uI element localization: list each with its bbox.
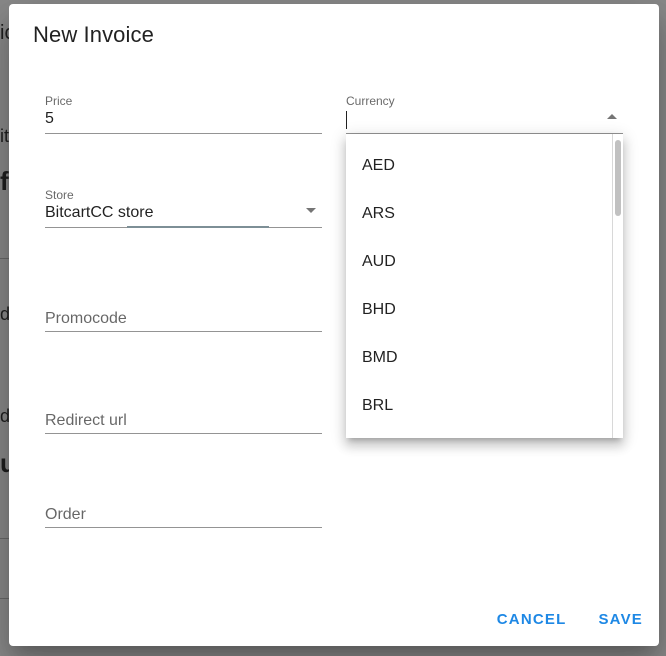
currency-option-aud[interactable]: AUD: [346, 238, 612, 286]
save-button[interactable]: SAVE: [598, 611, 643, 628]
store-focus-bar: [127, 226, 269, 228]
currency-option-bmd[interactable]: BMD: [346, 334, 612, 382]
chevron-up-icon[interactable]: [607, 114, 617, 119]
currency-option-aed[interactable]: AED: [346, 142, 612, 190]
currency-option-list: AED ARS AUD BHD BMD BRL: [346, 142, 612, 430]
currency-option-ars[interactable]: ARS: [346, 190, 612, 238]
redirect-url-input[interactable]: Redirect url: [45, 412, 127, 430]
price-underline: [45, 133, 322, 134]
redirect-url-field[interactable]: Redirect url: [45, 394, 322, 434]
new-invoice-dialog: New Invoice Price 5 Currency Store Bitca…: [9, 4, 659, 646]
promocode-underline: [45, 331, 322, 332]
currency-dropdown-menu[interactable]: AED ARS AUD BHD BMD BRL: [346, 134, 623, 438]
chevron-down-icon[interactable]: [306, 208, 316, 213]
price-input[interactable]: 5: [45, 110, 54, 128]
store-select[interactable]: Store BitcartCC store: [45, 188, 322, 228]
cancel-button[interactable]: CANCEL: [497, 611, 567, 628]
promocode-input[interactable]: Promocode: [45, 310, 127, 328]
redirect-url-underline: [45, 433, 322, 434]
background-text: it: [0, 126, 9, 146]
currency-label: Currency: [346, 94, 395, 108]
store-value[interactable]: BitcartCC store: [45, 204, 153, 222]
order-field[interactable]: Order: [45, 488, 322, 528]
currency-option-brl[interactable]: BRL: [346, 382, 612, 430]
order-underline: [45, 527, 322, 528]
dialog-actions: CANCEL SAVE: [497, 611, 643, 628]
order-input[interactable]: Order: [45, 506, 86, 524]
text-caret: [346, 111, 347, 129]
currency-select[interactable]: Currency: [346, 94, 623, 134]
price-label: Price: [45, 94, 73, 108]
scrollbar-track[interactable]: [612, 134, 613, 438]
store-label: Store: [45, 188, 74, 202]
scrollbar-thumb[interactable]: [615, 140, 621, 216]
currency-option-bhd[interactable]: BHD: [346, 286, 612, 334]
price-field[interactable]: Price 5: [45, 94, 322, 134]
promocode-field[interactable]: Promocode: [45, 292, 322, 332]
dialog-title: New Invoice: [33, 22, 154, 47]
